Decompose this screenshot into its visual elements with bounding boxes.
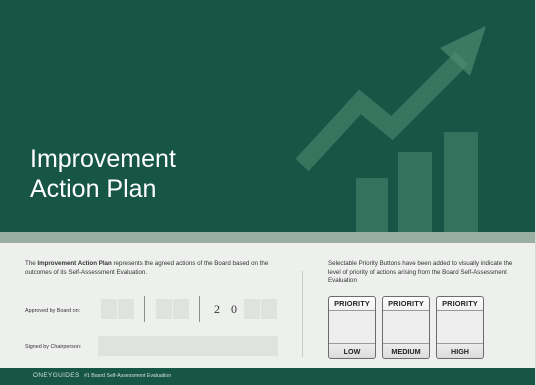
bar-graphic-3 xyxy=(444,132,478,232)
priority-level-label: HIGH xyxy=(451,347,469,356)
date-separator-1 xyxy=(144,296,145,322)
page-footer: ONEYGUIDES #1 Board Self-Assessment Eval… xyxy=(0,368,536,385)
form-section: The Improvement Action Plan represents t… xyxy=(0,243,536,368)
date-separator-2 xyxy=(199,296,200,322)
title-line-1: Improvement xyxy=(30,145,176,173)
priority-label: PRIORITY xyxy=(334,299,370,308)
year-digit-4-field[interactable] xyxy=(261,299,277,319)
month-digit-1-field[interactable] xyxy=(156,299,172,319)
priority-label: PRIORITY xyxy=(388,299,424,308)
intro-bold: Improvement Action Plan xyxy=(37,260,112,267)
divider-band xyxy=(0,232,536,243)
intro-prefix: The xyxy=(25,260,38,267)
title-line-2: Action Plan xyxy=(30,175,157,203)
priority-separator xyxy=(437,310,483,311)
year-digit-2: 0 xyxy=(231,302,237,316)
trend-line-graphic xyxy=(295,51,469,172)
signed-label: Signed by Chairperson: xyxy=(25,344,82,350)
priority-separator xyxy=(329,310,375,311)
year-digit-3-field[interactable] xyxy=(244,299,260,319)
priority-level-label: LOW xyxy=(343,347,361,356)
priority-medium-button[interactable]: PRIORITY MEDIUM xyxy=(382,296,430,359)
day-digit-2-field[interactable] xyxy=(118,299,134,319)
priority-column: Selectable Priority Buttons have been ad… xyxy=(328,260,518,286)
intro-column: The Improvement Action Plan represents t… xyxy=(25,260,287,277)
chairperson-signature-field[interactable] xyxy=(98,336,278,356)
page-title: Improvement Action Plan xyxy=(30,144,270,204)
bar-graphic-1 xyxy=(356,178,388,232)
year-digit-1: 2 xyxy=(214,302,220,316)
day-digit-1-field[interactable] xyxy=(101,299,117,319)
priority-separator xyxy=(383,310,429,311)
document-page: Improvement Action Plan The Improvement … xyxy=(0,0,536,385)
priority-note: Selectable Priority Buttons have been ad… xyxy=(328,260,513,285)
footer-brand: ONEYGUIDES xyxy=(33,372,80,379)
approved-label: Approved by Board on: xyxy=(25,308,81,314)
priority-label: PRIORITY xyxy=(442,299,478,308)
intro-text: The Improvement Action Plan represents t… xyxy=(25,260,287,277)
month-digit-2-field[interactable] xyxy=(173,299,189,319)
bar-graphic-2 xyxy=(398,152,432,232)
hero-banner: Improvement Action Plan xyxy=(0,0,536,232)
priority-level-label: MEDIUM xyxy=(391,347,421,356)
column-divider xyxy=(302,271,303,357)
priority-high-button[interactable]: PRIORITY HIGH xyxy=(436,296,484,359)
priority-low-button[interactable]: PRIORITY LOW xyxy=(328,296,376,359)
footer-document-title: #1 Board Self-Assessment Evaluation xyxy=(84,373,172,379)
